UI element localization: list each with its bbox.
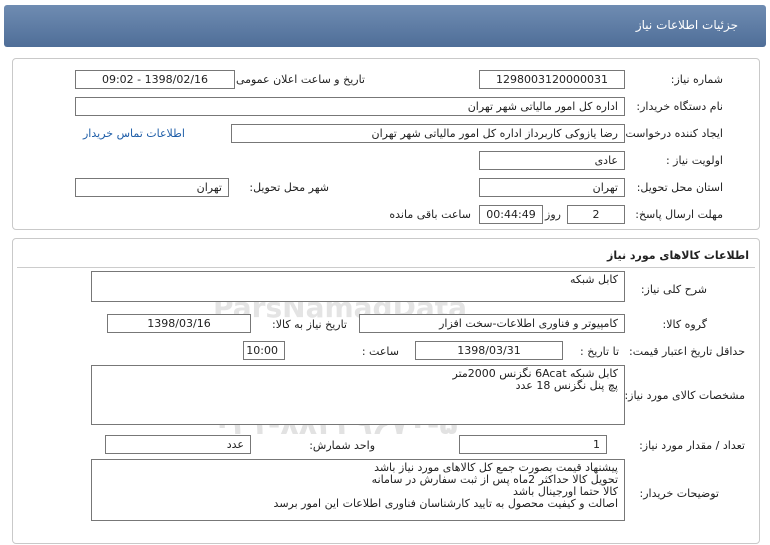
hour-label: ساعت : [361, 345, 399, 358]
validity-label: حداقل تاریخ اعتبار قیمت: [629, 345, 745, 358]
qty-field: 1 [459, 435, 607, 454]
announce-field: 1398/02/16 - 09:02 [75, 70, 235, 89]
summary-text: کابل شبکه [570, 273, 618, 286]
buyer-notes-field: پیشنهاد قیمت بصورت جمع کل کالاهای مورد ن… [91, 459, 625, 521]
section-divider [17, 267, 755, 268]
contact-buyer-link[interactable]: اطلاعات تماس خریدار [83, 127, 185, 140]
unit-label: واحد شمارش: [309, 439, 375, 452]
group-field: کامپیوتر و فناوری اطلاعات-سخت افزار [359, 314, 625, 333]
city-label: شهر محل تحویل: [249, 181, 329, 194]
need-date-label: تاریخ نیاز به کالا: [272, 318, 347, 331]
page-title: جزئیات اطلاعات نیاز [635, 18, 738, 32]
province-field: تهران [479, 178, 625, 197]
buyer-notes-label: توضیحات خریدار: [639, 487, 720, 500]
need-date-field: 1398/03/16 [107, 314, 251, 333]
group-label: گروه کالا: [662, 318, 707, 331]
hour-field: 10:00 [243, 341, 285, 360]
to-date-label: تا تاریخ : [580, 345, 619, 358]
need-number-field: 1298003120000031 [479, 70, 625, 89]
specs-label: مشخصات کالای مورد نیاز: [624, 389, 745, 402]
unit-field: عدد [105, 435, 251, 454]
to-date-field: 1398/03/31 [415, 341, 563, 360]
requester-field: رضا یازوکی کاربرداز اداره کل امور مالیات… [231, 124, 625, 143]
need-details-panel: شماره نیاز: 1298003120000031 تاریخ و ساع… [12, 58, 760, 230]
deadline-label: مهلت ارسال پاسخ: [635, 208, 723, 221]
buyer-org-field: اداره کل امور مالیاتی شهر تهران [75, 97, 625, 116]
province-label: استان محل تحویل: [636, 181, 723, 194]
time-left-field: 00:44:49 [479, 205, 543, 224]
spec-line: پچ پنل نگزنس 18 عدد [515, 379, 618, 392]
announce-label: تاریخ و ساعت اعلان عمومی: [232, 73, 365, 86]
days-field: 2 [567, 205, 625, 224]
goods-section-title: اطلاعات کالاهای مورد نیاز [607, 249, 749, 262]
specs-field: کابل شبکه 6Acat نگزنس 2000متر پچ پنل نگز… [91, 365, 625, 425]
qty-label: تعداد / مقدار مورد نیاز: [639, 439, 745, 452]
goods-panel: اطلاعات کالاهای مورد نیاز ParsNamadData … [12, 238, 760, 544]
summary-field: کابل شبکه [91, 271, 625, 302]
priority-label: اولویت نیاز : [665, 154, 723, 167]
priority-field: عادی [479, 151, 625, 170]
note-line: اصالت و کیفیت محصول به تایید کارشناسان ف… [273, 497, 618, 510]
requester-label: ایجاد کننده درخواست: [621, 127, 723, 140]
page-header: جزئیات اطلاعات نیاز [4, 5, 766, 47]
city-field: تهران [75, 178, 229, 197]
summary-label: شرح کلی نیاز: [640, 283, 707, 296]
time-left-label: ساعت باقی مانده [389, 208, 471, 221]
need-number-label: شماره نیاز: [670, 73, 723, 86]
buyer-org-label: نام دستگاه خریدار: [636, 100, 723, 113]
